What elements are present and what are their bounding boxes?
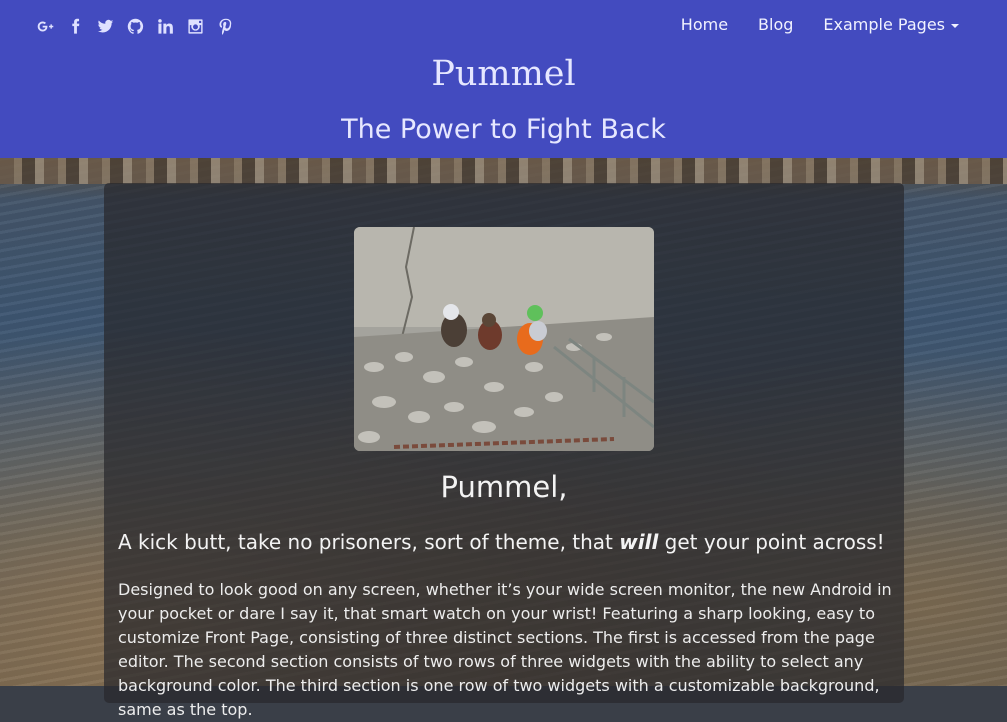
instagram-icon[interactable] [180,14,210,38]
post-lead-end: get your point across! [658,530,885,554]
nav-home-link[interactable]: Home [681,14,728,36]
github-icon[interactable] [120,14,150,38]
linkedin-icon[interactable] [150,14,180,38]
google-plus-icon[interactable] [30,14,60,38]
pinterest-icon[interactable] [210,14,240,38]
post-lead-start: A kick butt, take no prisoners, sort of … [118,530,620,554]
caret-down-icon [951,23,959,28]
featured-photo [354,227,654,451]
nav-blog-link[interactable]: Blog [758,14,793,36]
social-links [30,14,240,38]
nav-example-pages-label: Example Pages [823,15,945,34]
post-lead-emphasis: will [619,530,659,554]
nav-example-pages-dropdown[interactable]: Example Pages [823,14,959,36]
post-lead: A kick butt, take no prisoners, sort of … [118,530,898,554]
main-nav: Home Blog Example Pages [681,14,959,36]
site-header: Home Blog Example Pages Pummel The Power… [0,0,1007,158]
post-title: Pummel, [440,470,568,504]
site-title[interactable]: Pummel [0,54,1007,94]
post-body: Designed to look good on any screen, whe… [118,580,892,719]
twitter-icon[interactable] [90,14,120,38]
shoreline-rocks [0,158,1007,184]
site-tagline: The Power to Fight Back [341,114,666,145]
facebook-icon[interactable] [60,14,90,38]
